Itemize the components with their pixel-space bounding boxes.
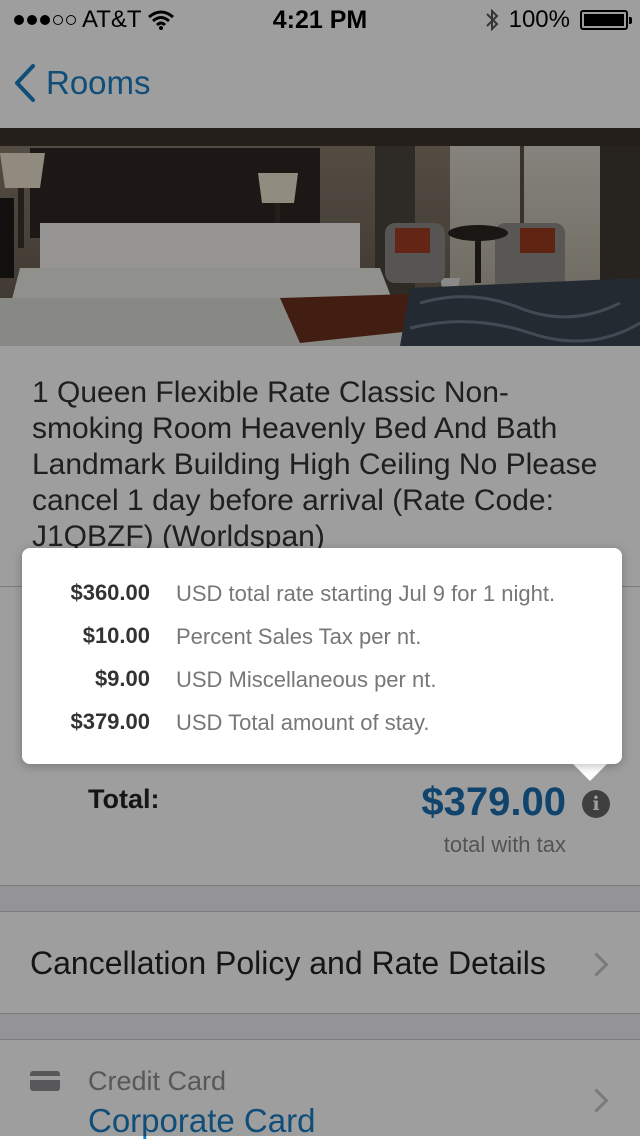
breakdown-description: USD Miscellaneous per nt. — [176, 667, 437, 692]
breakdown-description: USD Total amount of stay. — [176, 710, 430, 735]
breakdown-amount: $9.00 — [94, 666, 150, 691]
breakdown-row: $9.00 USD Miscellaneous per nt. — [22, 660, 622, 700]
rate-breakdown-popover: $360.00 USD total rate starting Jul 9 fo… — [22, 548, 622, 764]
breakdown-amount: $360.00 — [70, 580, 150, 605]
breakdown-row: $379.00 USD Total amount of stay. — [22, 703, 622, 743]
breakdown-amount: $379.00 — [70, 709, 150, 734]
breakdown-row: $10.00 Percent Sales Tax per nt. — [22, 617, 622, 657]
breakdown-description: USD total rate starting Jul 9 for 1 nigh… — [176, 581, 556, 606]
breakdown-description: Percent Sales Tax per nt. — [176, 624, 422, 649]
breakdown-row: $360.00 USD total rate starting Jul 9 fo… — [22, 574, 622, 614]
breakdown-amount: $10.00 — [82, 623, 150, 648]
